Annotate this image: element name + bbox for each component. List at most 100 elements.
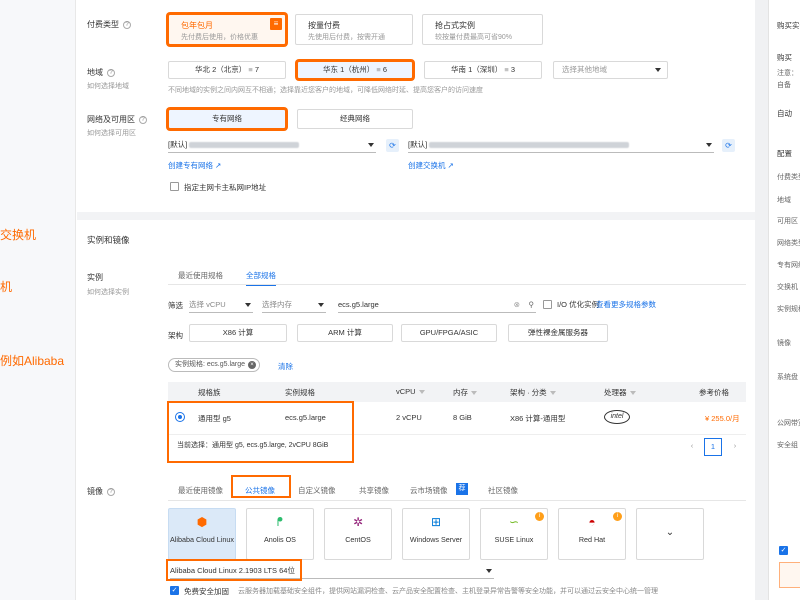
tab-recent-images[interactable]: 最近使用镜像 bbox=[178, 485, 223, 496]
info-badge-icon: i bbox=[613, 512, 622, 521]
billing-option-pay-as-you-go[interactable]: 按量付费 先使用后付费，按需开通 bbox=[295, 14, 413, 45]
os-name: Alibaba Cloud Linux bbox=[170, 535, 234, 544]
vcpu-select[interactable]: 选择 vCPU bbox=[189, 297, 253, 313]
billing-option-spot[interactable]: 抢占式实例 较按量付费最高可省90% bbox=[422, 14, 543, 45]
more-spec-params-link[interactable]: 查看更多规格参数 bbox=[596, 299, 656, 310]
tab-all-specs[interactable]: 全部规格 bbox=[246, 270, 276, 286]
billing-option-title: 按量付费 bbox=[308, 21, 340, 30]
cell-price: ¥ 255.0/月 bbox=[705, 414, 740, 423]
os-card-windows-server[interactable]: ⊞ Windows Server bbox=[402, 508, 470, 560]
sort-icon[interactable] bbox=[418, 390, 425, 395]
agree-checkbox[interactable]: ✓ bbox=[779, 546, 788, 555]
region-name: 华南 1（深圳） bbox=[450, 65, 503, 74]
tab-recent-specs[interactable]: 最近使用规格 bbox=[178, 270, 223, 281]
region-name: 华东 1（杭州） bbox=[322, 65, 375, 74]
summary-item: 配置 bbox=[777, 149, 792, 158]
assign-ip-checkbox[interactable] bbox=[170, 182, 179, 191]
help-icon[interactable]: ? bbox=[123, 20, 131, 29]
clear-filters-link[interactable]: 清除 bbox=[278, 361, 293, 372]
network-option-vpc[interactable]: 专有网络 bbox=[168, 109, 286, 129]
clear-icon[interactable]: ⊗ bbox=[514, 297, 520, 313]
billing-option-desc: 先使用后付费，按需开通 bbox=[308, 34, 385, 41]
region-option-shenzhen[interactable]: 华南 1（深圳） ≡ 3 bbox=[424, 61, 542, 79]
instance-help-link[interactable]: 如何选择实例 bbox=[87, 287, 129, 297]
tab-custom-images[interactable]: 自定义镜像 bbox=[298, 485, 336, 496]
vswitch-id-redacted bbox=[429, 142, 630, 149]
tab-marketplace-images[interactable]: 云市场镜像 bbox=[410, 485, 448, 496]
remove-tag-icon[interactable]: × bbox=[248, 361, 257, 369]
billing-option-desc: 先付费后使用，价格优惠 bbox=[181, 34, 258, 41]
billing-option-subscription[interactable]: 包年包月 先付费后使用，价格优惠 ≡ bbox=[168, 14, 286, 45]
region-option-beijing[interactable]: 华北 2（北京） ≡ 7 bbox=[168, 61, 286, 79]
next-page-button[interactable]: › bbox=[726, 438, 744, 456]
summary-item: 购买 bbox=[777, 53, 792, 62]
recommend-badge: 荐 bbox=[456, 483, 468, 495]
left-fragment-image[interactable]: 例如Alibaba bbox=[0, 352, 64, 369]
col-spec[interactable]: 实例规格 bbox=[285, 387, 315, 398]
network-help-link[interactable]: 如何选择可用区 bbox=[87, 128, 136, 138]
page-number-button[interactable]: 1 bbox=[704, 438, 722, 456]
zone-count: 7 bbox=[254, 65, 259, 74]
vswitch-select[interactable]: [默认] bbox=[408, 137, 714, 153]
col-processor[interactable]: 处理器 bbox=[604, 387, 636, 398]
col-family[interactable]: 规格族 bbox=[198, 387, 221, 398]
search-icon[interactable]: ⚲ bbox=[529, 297, 535, 313]
order-summary-panel: 购买实例 购买 注意： 自备 自动 配置 付费类型 地域 可用区 网络类型 专有… bbox=[768, 0, 800, 600]
os-card-anolis[interactable]: ᖰ Anolis OS bbox=[246, 508, 314, 560]
os-card-centos[interactable]: ✲ CentOS bbox=[324, 508, 392, 560]
free-security-checkbox[interactable]: ✓ bbox=[170, 586, 179, 595]
region-other-select[interactable]: 选择其他地域 bbox=[553, 61, 668, 79]
public-images-highlight bbox=[231, 475, 291, 498]
create-vswitch-link[interactable]: 创建交换机 ↗ bbox=[408, 160, 454, 171]
chevron-down-icon: ⌄ bbox=[665, 527, 675, 538]
col-memory[interactable]: 内存 bbox=[453, 387, 477, 398]
col-arch[interactable]: 架构 · 分类 bbox=[510, 387, 556, 398]
summary-item: 镜像 bbox=[777, 340, 791, 347]
tab-shared-images[interactable]: 共享镜像 bbox=[359, 485, 389, 496]
table-header: 规格族 实例规格 vCPU 内存 架构 · 分类 处理器 参考价格 bbox=[168, 382, 746, 402]
vpc-default-prefix: [默认] bbox=[168, 140, 188, 149]
scroll-gutter[interactable] bbox=[755, 0, 768, 600]
vpc-select[interactable]: [默认] bbox=[168, 137, 376, 153]
billing-option-title: 抢占式实例 bbox=[435, 21, 475, 30]
col-vcpu[interactable]: vCPU bbox=[396, 387, 425, 396]
summary-item: 交换机 bbox=[777, 284, 798, 291]
filter-icon[interactable] bbox=[629, 391, 636, 396]
help-icon[interactable]: ? bbox=[139, 115, 147, 124]
region-help-link[interactable]: 如何选择地域 bbox=[87, 81, 129, 91]
os-card-suse[interactable]: ∽ SUSE Linux i bbox=[480, 508, 548, 560]
os-card-alibaba-cloud-linux[interactable]: ⬢ Alibaba Cloud Linux bbox=[168, 508, 236, 560]
buy-button[interactable] bbox=[779, 562, 800, 588]
help-icon[interactable]: ? bbox=[107, 487, 115, 496]
tab-community-images[interactable]: 社区镜像 bbox=[488, 485, 518, 496]
summary-item: 付费类型 bbox=[777, 174, 800, 181]
prev-page-button[interactable]: ‹ bbox=[683, 438, 701, 456]
summary-item: 专有网络 bbox=[777, 262, 800, 269]
refresh-icon[interactable]: ⟳ bbox=[722, 139, 735, 152]
refresh-icon[interactable]: ⟳ bbox=[386, 139, 399, 152]
free-security-label: 免费安全加固 bbox=[184, 587, 229, 596]
io-optimized-checkbox[interactable] bbox=[543, 300, 552, 309]
zone-count: 6 bbox=[382, 65, 387, 74]
left-fragment-vswitch[interactable]: 交换机 bbox=[0, 226, 36, 243]
region-name: 华北 2（北京） bbox=[194, 65, 247, 74]
os-card-red-hat[interactable]: ◓ Red Hat i bbox=[558, 508, 626, 560]
help-icon[interactable]: ? bbox=[107, 68, 115, 77]
arch-arm[interactable]: ARM 计算 bbox=[297, 324, 393, 342]
arch-bare-metal[interactable]: 弹性裸金属服务器 bbox=[508, 324, 608, 342]
section-divider bbox=[77, 212, 755, 220]
arch-x86[interactable]: X86 计算 bbox=[189, 324, 287, 342]
filter-icon[interactable] bbox=[549, 391, 556, 396]
network-option-classic[interactable]: 经典网络 bbox=[297, 109, 413, 129]
memory-select[interactable]: 选择内存 bbox=[262, 297, 326, 313]
col-price[interactable]: 参考价格 bbox=[699, 387, 729, 398]
spec-filter-tag[interactable]: 实例规格: ecs.g5.large × bbox=[168, 358, 261, 372]
region-option-hangzhou[interactable]: 华东 1（杭州） ≡ 6 bbox=[297, 61, 413, 79]
create-vpc-link[interactable]: 创建专有网络 ↗ bbox=[168, 160, 221, 171]
arch-gpu-fpga-asic[interactable]: GPU/FPGA/ASIC bbox=[401, 324, 497, 342]
more-os-button[interactable]: ⌄ bbox=[636, 508, 704, 560]
left-fragment-instance[interactable]: 机 bbox=[0, 278, 12, 295]
summary-item: 注意： bbox=[777, 70, 798, 77]
spec-search-input[interactable]: ecs.g5.large ⊗ ⚲ bbox=[338, 297, 536, 313]
sort-icon[interactable] bbox=[471, 391, 477, 396]
